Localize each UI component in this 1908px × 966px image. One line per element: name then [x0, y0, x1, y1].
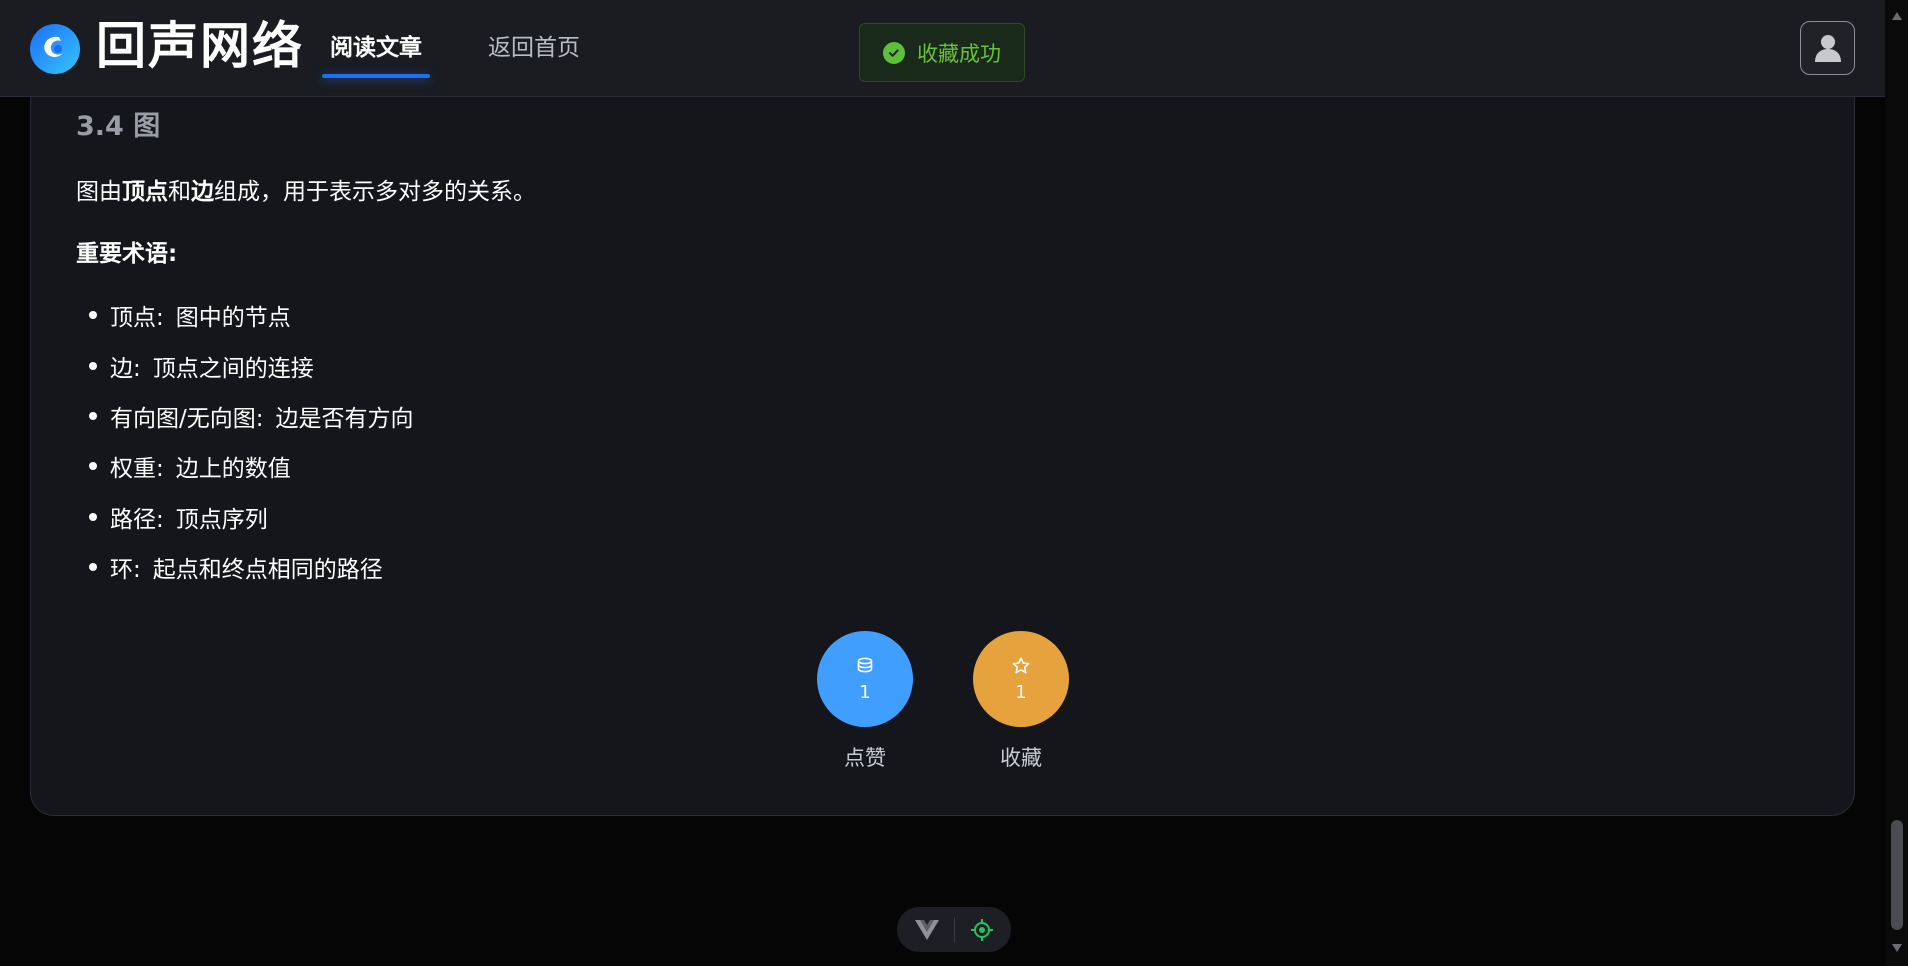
terms-heading: 重要术语:: [76, 241, 178, 267]
like-count: 1: [859, 681, 871, 703]
favorite-label: 收藏: [1000, 746, 1042, 770]
list-item: 有向图/无向图: 边是否有方向: [76, 391, 414, 441]
bullet-icon: [89, 411, 97, 420]
bullet-icon: [89, 361, 97, 370]
bullet-icon: [89, 563, 97, 572]
success-toast: 收藏成功: [859, 23, 1025, 82]
scroll-down-icon[interactable]: [1892, 944, 1902, 952]
list-item: 边: 顶点之间的连接: [76, 340, 414, 390]
favorite-count: 1: [1015, 681, 1027, 703]
bullet-icon: [89, 512, 97, 521]
section-title: 3.4 图: [76, 111, 161, 142]
divider: [954, 916, 956, 943]
target-icon[interactable]: [970, 918, 994, 942]
tab-back-home[interactable]: 返回首页: [480, 22, 588, 78]
tab-read-article[interactable]: 阅读文章: [322, 22, 430, 78]
bullet-icon: [89, 311, 97, 320]
devtools-pill: [897, 907, 1011, 952]
scroll-up-icon[interactable]: [1892, 12, 1902, 20]
user-button[interactable]: [1800, 21, 1855, 75]
list-item: 路径: 顶点序列: [76, 492, 414, 542]
vue-logo-icon[interactable]: [914, 919, 940, 941]
user-icon: [1814, 35, 1841, 62]
bullet-icon: [89, 462, 97, 471]
terms-list: 顶点: 图中的节点 边: 顶点之间的连接 有向图/无向图: 边是否有方向 权重: 边上的…: [76, 290, 414, 592]
list-item: 权重: 边上的数值: [76, 441, 414, 491]
toast-message: 收藏成功: [917, 41, 1001, 66]
star-icon: [1012, 656, 1030, 673]
list-item: 环: 起点和终点相同的路径: [76, 542, 414, 592]
scroll-thumb[interactable]: [1891, 820, 1903, 930]
brand-name: 回声网络: [96, 17, 304, 75]
like-label: 点赞: [844, 746, 886, 770]
check-circle-icon: [883, 41, 905, 64]
logo-icon[interactable]: [29, 17, 81, 77]
list-item: 顶点: 图中的节点: [76, 290, 414, 340]
intro-paragraph: 图由顶点和边组成，用于表示多对多的关系。: [76, 179, 536, 205]
like-button[interactable]: 1: [817, 631, 913, 727]
favorite-button[interactable]: 1: [973, 631, 1069, 727]
vertical-scrollbar[interactable]: [1885, 0, 1908, 966]
coins-icon: [857, 657, 873, 672]
